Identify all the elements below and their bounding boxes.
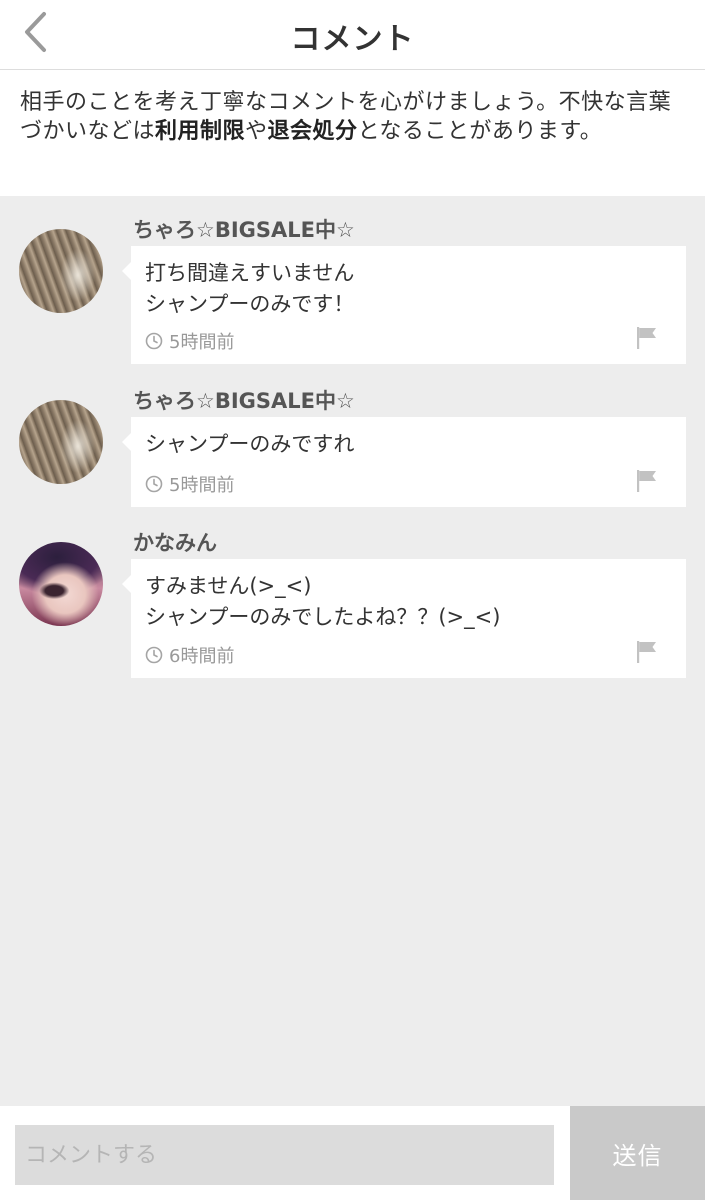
comment-guideline-notice: 相手のことを考え丁寧なコメントを心がけましょう。不快な言葉づかいなどは利用制限や…: [0, 70, 705, 196]
notice-text-3: となることがあります。: [357, 119, 603, 144]
send-button[interactable]: 送信: [570, 1106, 705, 1200]
comment-item: ちゃろ☆BIGSALE中☆ 打ち間違えすいません シャンプーのみです！ 5時間前: [0, 196, 705, 366]
comment-bubble: シャンプーのみですれ 5時間前: [122, 417, 686, 507]
avatar[interactable]: [19, 400, 103, 484]
bubble-tail: [122, 575, 131, 593]
comment-item: かなみん すみません(>_<) シャンプーのみでしたよね？？(>_<) 6時間前: [0, 508, 705, 680]
comment-bubble: 打ち間違えすいません シャンプーのみです！ 5時間前: [122, 246, 686, 364]
comment-text: 打ち間違えすいません シャンプーのみです！: [145, 261, 355, 316]
avatar[interactable]: [19, 229, 103, 313]
comment-input[interactable]: [15, 1125, 554, 1185]
clock-icon: [145, 646, 163, 664]
report-flag-icon[interactable]: [636, 469, 658, 493]
clock-icon: [145, 332, 163, 350]
comment-username[interactable]: かなみん: [133, 527, 217, 557]
notice-text-2: や: [245, 119, 268, 144]
avatar[interactable]: [19, 542, 103, 626]
comment-username[interactable]: ちゃろ☆BIGSALE中☆: [133, 385, 355, 415]
clock-icon: [145, 475, 163, 493]
comment-time-text: 5時間前: [169, 332, 235, 353]
comment-item: ちゃろ☆BIGSALE中☆ シャンプーのみですれ 5時間前: [0, 366, 705, 508]
notice-bold-usage-restriction: 利用制限: [155, 119, 246, 144]
comment-bubble: すみません(>_<) シャンプーのみでしたよね？？(>_<) 6時間前: [122, 559, 686, 678]
comment-timestamp: 5時間前: [145, 328, 234, 354]
comment-time-text: 5時間前: [169, 475, 235, 496]
comment-input-bar: 送信: [0, 1106, 705, 1200]
comment-username[interactable]: ちゃろ☆BIGSALE中☆: [133, 214, 355, 244]
comment-timestamp: 5時間前: [145, 471, 234, 497]
navigation-bar: コメント: [0, 0, 705, 70]
comment-time-text: 6時間前: [169, 646, 235, 667]
bubble-tail: [122, 433, 131, 451]
bubble-tail: [122, 262, 131, 280]
page-title: コメント: [290, 22, 415, 57]
notice-bold-account-termination: 退会処分: [267, 119, 358, 144]
comment-text: シャンプーのみですれ: [145, 432, 355, 456]
comment-text: すみません(>_<) シャンプーのみでしたよね？？(>_<): [145, 574, 501, 629]
report-flag-icon[interactable]: [636, 326, 658, 350]
report-flag-icon[interactable]: [636, 640, 658, 664]
comment-timestamp: 6時間前: [145, 642, 234, 668]
